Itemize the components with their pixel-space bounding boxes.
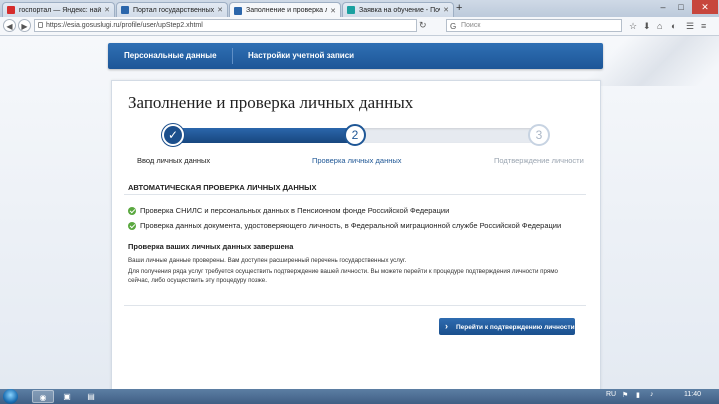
bookmark-icon[interactable]: ☰ <box>686 21 694 32</box>
nav-account-settings[interactable]: Настройки учетной записи <box>248 43 354 69</box>
result-line-1: Ваши личные данные проверены. Вам доступ… <box>128 257 407 264</box>
tab-label: Заполнение и проверка л... <box>246 7 328 14</box>
browser-nav-bar: ◀ ▶ https://esia.gosuslugi.ru/profile/us… <box>0 17 719 36</box>
result-title: Проверка ваших личных данных завершена <box>128 242 294 251</box>
yandex-favicon-icon <box>7 6 15 14</box>
check-item-snils: Проверка СНИЛС и персональных данных в П… <box>140 206 450 215</box>
browser-tab-3[interactable]: Заполнение и проверка л... ✕ <box>229 2 341 18</box>
new-tab-button[interactable]: + <box>456 2 462 14</box>
top-navigation: Персональные данные Настройки учетной за… <box>108 43 603 69</box>
extension-icon[interactable]: ◐ <box>671 21 676 31</box>
search-placeholder: Поиск <box>461 22 481 29</box>
nav-divider <box>232 48 233 64</box>
network-icon[interactable]: ▮ <box>636 391 640 399</box>
browser-tab-4[interactable]: Заявка на обучение - Поч... ✕ <box>342 2 454 17</box>
tab-label: Портал государственных ... <box>133 6 215 14</box>
check-item-document: Проверка данных документа, удостоверяюще… <box>140 221 562 230</box>
step-1-check-icon: ✓ <box>162 124 184 146</box>
divider <box>124 194 586 195</box>
step-3-circle: 3 <box>528 124 550 146</box>
chevron-right-icon: › <box>445 321 448 331</box>
gosuslugi-favicon-icon <box>121 6 129 14</box>
check-circle-icon <box>128 222 136 230</box>
firefox-taskbar-icon[interactable]: ◉ <box>32 390 54 403</box>
volume-icon[interactable]: ♪ <box>650 391 654 398</box>
lock-icon <box>38 22 43 28</box>
step-3-label: Подтверждение личности <box>494 156 584 165</box>
tab-label: госпортал — Яндекс: най... <box>19 6 102 14</box>
nav-personal-data[interactable]: Персональные данные <box>124 43 217 69</box>
page-title: Заполнение и проверка личных данных <box>128 93 414 112</box>
menu-icon[interactable]: ≡ <box>701 21 706 31</box>
check-circle-icon <box>128 207 136 215</box>
back-icon[interactable]: ◀ <box>3 19 16 32</box>
step-1-label: Ввод личных данных <box>137 156 211 165</box>
mail-favicon-icon <box>347 6 355 14</box>
browser-tab-2[interactable]: Портал государственных ... ✕ <box>116 2 228 17</box>
divider <box>124 305 586 306</box>
flag-icon[interactable]: ⚑ <box>622 391 628 399</box>
close-tab-icon[interactable]: ✕ <box>217 6 223 14</box>
progress-fill <box>173 128 363 143</box>
result-line-2: Для получения ряда услуг требуется осуще… <box>128 268 558 275</box>
reload-icon[interactable]: ↻ <box>419 20 427 31</box>
taskbar: ◉ ▣ ▤ RU ⚑ ▮ ♪ 11:40 <box>0 389 719 404</box>
download-icon[interactable]: ⬇ <box>643 21 651 32</box>
button-label: Перейти к подтверждению личности <box>456 324 575 331</box>
start-button[interactable] <box>3 389 18 404</box>
app-taskbar-icon[interactable]: ▤ <box>80 390 102 403</box>
maximize-icon[interactable]: □ <box>672 0 690 14</box>
confirm-identity-button[interactable]: › Перейти к подтверждению личности <box>439 318 575 335</box>
language-indicator[interactable]: RU <box>606 391 616 398</box>
forward-icon[interactable]: ▶ <box>18 19 31 32</box>
star-icon[interactable]: ☆ <box>629 21 637 32</box>
step-2-circle: 2 <box>344 124 366 146</box>
search-engine-icon: G <box>450 22 457 31</box>
close-tab-icon[interactable]: ✕ <box>443 6 449 14</box>
close-tab-icon[interactable]: ✕ <box>104 6 110 14</box>
page-content: Персональные данные Настройки учетной за… <box>0 36 719 389</box>
section-title: АВТОМАТИЧЕСКАЯ ПРОВЕРКА ЛИЧНЫХ ДАННЫХ <box>128 183 317 192</box>
main-card: Заполнение и проверка личных данных ✓ 2 … <box>111 80 601 389</box>
minimize-icon[interactable]: – <box>654 0 672 14</box>
step-2-label: Проверка личных данных <box>312 156 402 165</box>
url-text: https://esia.gosuslugi.ru/profile/user/u… <box>46 22 203 29</box>
result-line-3: сейчас, либо осуществить эту процедуру п… <box>128 277 267 284</box>
home-icon[interactable]: ⌂ <box>657 21 662 31</box>
browser-tab-bar: госпортал — Яндекс: най... ✕ Портал госу… <box>0 0 719 18</box>
clock[interactable]: 11:40 <box>684 391 701 398</box>
search-input[interactable]: G Поиск <box>446 19 622 32</box>
explorer-taskbar-icon[interactable]: ▣ <box>56 390 78 403</box>
address-bar[interactable]: https://esia.gosuslugi.ru/profile/user/u… <box>34 19 417 32</box>
close-window-icon[interactable]: ✕ <box>692 0 718 14</box>
gosuslugi-favicon-icon <box>234 6 242 15</box>
tab-label: Заявка на обучение - Поч... <box>359 6 441 14</box>
close-tab-icon[interactable]: ✕ <box>330 7 336 15</box>
browser-tab-1[interactable]: госпортал — Яндекс: най... ✕ <box>2 2 115 17</box>
